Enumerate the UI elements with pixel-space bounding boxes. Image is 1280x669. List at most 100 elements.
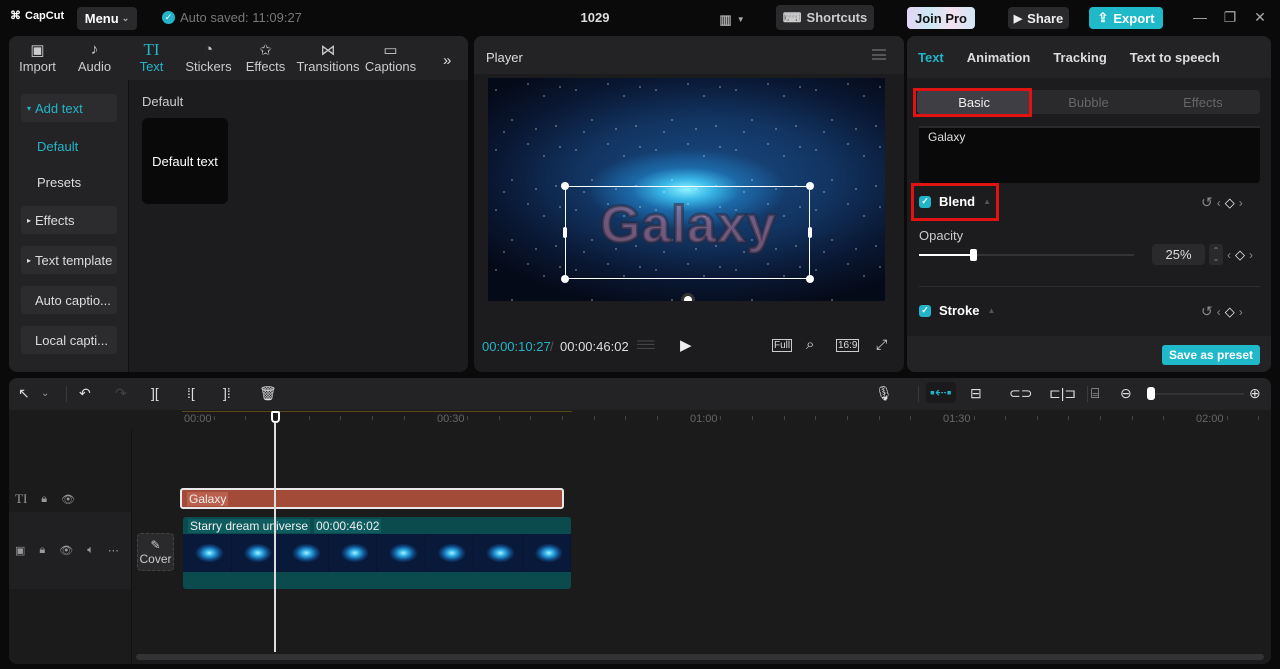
tab-import[interactable]: ▣ Import	[9, 36, 66, 80]
split-icon[interactable]: ][	[151, 385, 159, 401]
trim-left-icon[interactable]: ⁞[	[187, 385, 195, 401]
tab-stickers[interactable]: ◔ Stickers	[180, 36, 237, 80]
menu-icon[interactable]	[872, 49, 886, 60]
segment-bubble[interactable]: Bubble	[1031, 90, 1145, 114]
opacity-keyframe-controls: ‹ ◇ ›	[1227, 247, 1253, 263]
reset-icon[interactable]: ↺	[1201, 303, 1213, 320]
next-keyframe-icon[interactable]: ›	[1239, 305, 1243, 319]
menu-button[interactable]: Menu ⌄	[77, 7, 137, 30]
share-button[interactable]: ▶ Share	[1008, 7, 1069, 29]
resize-handle[interactable]	[561, 275, 569, 283]
side-handle[interactable]	[808, 227, 812, 238]
magnet-snap-icon[interactable]: ▪⇠▪	[926, 382, 956, 403]
chevron-down-icon[interactable]: ⌄	[41, 388, 49, 399]
redo-icon[interactable]: ↷	[115, 385, 127, 402]
resize-handle[interactable]	[806, 182, 814, 190]
export-button[interactable]: ⇪ Export	[1089, 7, 1163, 29]
zoom-in-icon[interactable]: ⊕	[1249, 385, 1261, 402]
keyframe-icon[interactable]: ◇	[1225, 195, 1235, 211]
full-quality-button[interactable]: Full	[772, 339, 793, 352]
opacity-stepper[interactable]: ⌃ ⌄	[1209, 244, 1223, 265]
next-keyframe-icon[interactable]: ›	[1249, 248, 1253, 262]
trim-right-icon[interactable]: ]⁞	[223, 385, 231, 401]
ruler-tick	[846, 416, 848, 420]
prev-keyframe-icon[interactable]: ‹	[1217, 305, 1221, 319]
waveform-icon[interactable]: ☰☰	[636, 338, 655, 352]
tab-tracking[interactable]: Tracking	[1053, 50, 1106, 65]
video-preview[interactable]: Galaxy	[488, 78, 885, 301]
tab-effects[interactable]: ✩ Effects	[237, 36, 294, 80]
tab-text-props[interactable]: Text	[918, 50, 944, 65]
next-keyframe-icon[interactable]: ›	[1239, 196, 1243, 210]
save-as-preset-button[interactable]: Save as preset	[1162, 345, 1260, 365]
resize-handle[interactable]	[561, 182, 569, 190]
video-clip[interactable]: Starry dream universe 00:00:46:02	[183, 517, 571, 589]
tab-captions[interactable]: ▭ Captions	[362, 36, 419, 80]
stroke-checkbox[interactable]: ✓	[919, 304, 931, 317]
segment-effects[interactable]: Effects	[1146, 90, 1260, 114]
layout-button[interactable]: ▥ ▼	[712, 7, 752, 32]
default-text-card[interactable]: Default text	[142, 118, 228, 204]
lock-icon[interactable]: 🔒︎	[41, 493, 47, 506]
side-handle[interactable]	[563, 227, 567, 238]
minimize-icon[interactable]: —	[1190, 9, 1210, 25]
timeline-zoom-thumb[interactable]	[1147, 387, 1155, 400]
keyframe-icon[interactable]: ◇	[1225, 304, 1235, 320]
tab-text-to-speech[interactable]: Text to speech	[1130, 50, 1220, 65]
opacity-slider-thumb[interactable]	[969, 249, 977, 261]
project-title[interactable]: 1029	[560, 10, 630, 25]
nav-effects[interactable]: ▸ Effects	[21, 206, 117, 234]
reset-icon[interactable]: ↺	[1201, 194, 1213, 211]
link-icon[interactable]: ⊂⊃	[1009, 385, 1032, 402]
time-ruler[interactable]: 00:00 00:30 01:00 01:30 02:00	[9, 410, 1271, 430]
caret-up-icon[interactable]: ▲	[987, 306, 995, 315]
nav-local-captions[interactable]: Local capti...	[21, 326, 117, 354]
close-icon[interactable]: ✕	[1250, 9, 1270, 26]
select-tool-icon[interactable]: ↖	[18, 385, 30, 402]
eye-icon[interactable]: 👁︎	[59, 544, 73, 557]
resize-handle[interactable]	[806, 275, 814, 283]
tab-transitions[interactable]: ⋈ Transitions	[294, 36, 362, 80]
tab-animation[interactable]: Animation	[967, 50, 1031, 65]
timeline-zoom-slider[interactable]	[1152, 393, 1244, 395]
delete-icon[interactable]: 🗑︎	[259, 385, 277, 402]
zoom-fit-icon[interactable]: ⌕	[806, 336, 814, 353]
nav-presets[interactable]: Presets	[21, 168, 117, 196]
nav-text-template[interactable]: ▸ Text template	[21, 246, 117, 274]
more-icon[interactable]: ⋯	[108, 544, 119, 557]
preview-axis-icon[interactable]: ⌸	[1091, 385, 1099, 402]
shortcuts-button[interactable]: ⌨ Shortcuts	[776, 5, 874, 30]
horizontal-scrollbar[interactable]	[136, 654, 1264, 660]
fullscreen-icon[interactable]: ⤢	[876, 336, 887, 353]
zoom-out-icon[interactable]: ⊖	[1120, 385, 1132, 402]
microphone-icon[interactable]: 🎙︎	[875, 385, 893, 402]
aspect-ratio-button[interactable]: 16:9	[836, 339, 860, 352]
split-view-icon[interactable]: ⊏|⊐	[1049, 385, 1076, 402]
rotate-handle[interactable]	[681, 293, 695, 301]
nav-add-text[interactable]: ▾ Add text	[21, 94, 117, 122]
nav-auto-captions[interactable]: Auto captio...	[21, 286, 117, 314]
restore-icon[interactable]: ❐	[1220, 9, 1240, 26]
nav-default[interactable]: Default	[21, 132, 117, 160]
playhead[interactable]	[274, 422, 276, 652]
text-selection-box[interactable]: Galaxy	[561, 182, 814, 283]
play-icon[interactable]: ▶	[680, 336, 692, 354]
eye-icon[interactable]: 👁︎	[61, 493, 75, 506]
tab-audio[interactable]: ♪ Audio	[66, 36, 123, 80]
join-pro-button[interactable]: Join Pro	[907, 7, 975, 29]
text-input[interactable]: Galaxy	[919, 126, 1260, 183]
opacity-slider[interactable]	[919, 249, 1134, 261]
tab-text[interactable]: TI Text	[123, 36, 180, 80]
text-clip[interactable]: Galaxy	[180, 488, 564, 509]
prev-keyframe-icon[interactable]: ‹	[1227, 248, 1231, 262]
volume-icon[interactable]: 🔈︎	[87, 544, 94, 557]
auto-snap-icon[interactable]: ⊟	[970, 385, 982, 402]
cover-button[interactable]: ✎ Cover	[137, 533, 174, 571]
opacity-value-input[interactable]: 25%	[1152, 244, 1205, 265]
step-down-icon[interactable]: ⌄	[1213, 254, 1220, 263]
undo-icon[interactable]: ↶	[79, 385, 91, 402]
keyframe-icon[interactable]: ◇	[1235, 247, 1245, 263]
more-tabs-icon[interactable]: »	[443, 52, 451, 69]
prev-keyframe-icon[interactable]: ‹	[1217, 196, 1221, 210]
lock-icon[interactable]: 🔒︎	[39, 544, 45, 557]
